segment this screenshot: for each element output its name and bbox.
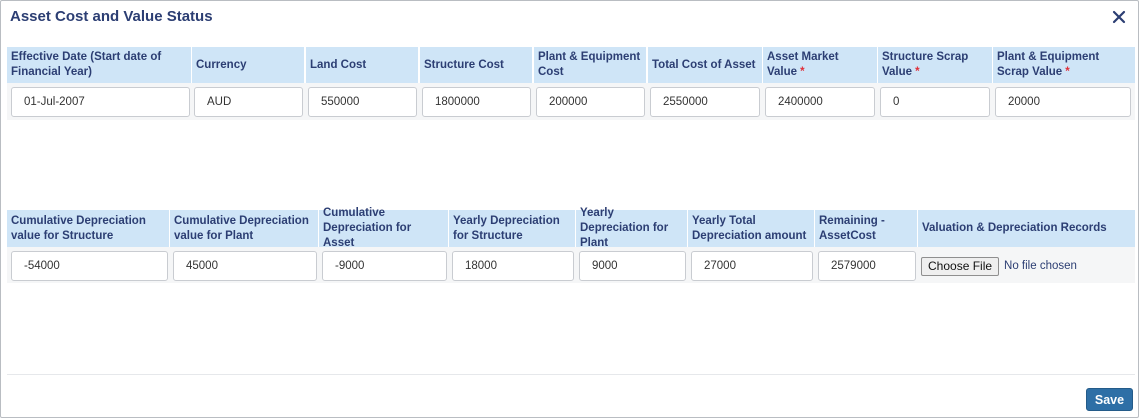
cum-dep-plant-input[interactable] (173, 251, 317, 281)
effective-date-input[interactable] (11, 87, 190, 117)
header-label: Remaining - AssetCost (819, 214, 885, 242)
header-label: Valuation & Depreciation Records (922, 222, 1107, 234)
cell-yearly-dep-plant (579, 251, 686, 281)
total-cost-input[interactable] (650, 87, 760, 117)
cell-effective-date (11, 87, 190, 117)
cell-plant-equipment-scrap-value (995, 87, 1131, 117)
header-valuation-records: Valuation & Depreciation Records (918, 210, 1135, 247)
header-cum-dep-plant: Cumulative Depreciation value for Plant (170, 210, 318, 247)
header-label: Cumulative Depreciation value for Plant (174, 214, 309, 242)
file-status-text: No file chosen (1004, 260, 1077, 272)
header-label: Yearly Depreciation for Plant (580, 207, 669, 249)
cell-land-cost (308, 87, 417, 117)
cell-cum-dep-structure (11, 251, 168, 281)
yearly-dep-structure-input[interactable] (452, 251, 574, 281)
cum-dep-structure-input[interactable] (11, 251, 168, 281)
currency-input[interactable] (194, 87, 303, 117)
header-text: Plant & Equipment Scrap Value (997, 51, 1100, 78)
header-cum-dep-structure: Cumulative Depreciation value for Struct… (7, 210, 169, 247)
header-plant-equipment-scrap-value: Plant & Equipment Scrap Value * (993, 47, 1135, 83)
remaining-asset-cost-input[interactable] (818, 251, 916, 281)
header-label: Currency (196, 58, 247, 71)
cost-values-row (7, 87, 1135, 117)
file-upload: Choose File No file chosen (921, 251, 1077, 281)
header-label: Yearly Total Depreciation amount (692, 214, 807, 242)
header-label: Effective Date (Start date of Financial … (11, 51, 162, 78)
header-land-cost: Land Cost (306, 47, 418, 83)
cell-cum-dep-plant (173, 251, 317, 281)
header-label: Structure Cost (424, 58, 504, 71)
cell-yearly-total-dep (691, 251, 813, 281)
cost-header-row: Effective Date (Start date of Financial … (7, 47, 1135, 83)
save-button[interactable]: Save (1086, 388, 1133, 411)
yearly-total-dep-input[interactable] (691, 251, 813, 281)
header-total-cost: Total Cost of Asset (648, 47, 762, 83)
depreciation-header-row: Cumulative Depreciation value for Struct… (7, 207, 1135, 249)
cell-valuation-records: Choose File No file chosen (921, 251, 1077, 281)
header-structure-cost: Structure Cost (420, 47, 532, 83)
cell-structure-cost (422, 87, 531, 117)
footer-divider (7, 374, 1135, 375)
header-label: Cumulative Depreciation value for Struct… (11, 214, 146, 242)
header-yearly-dep-plant: Yearly Depreciation for Plant (576, 207, 687, 249)
asset-cost-dialog: Asset Cost and Value Status Effective Da… (0, 0, 1139, 418)
header-label: Structure Scrap Value * (882, 50, 988, 80)
cell-currency (194, 87, 303, 117)
header-cum-dep-asset: Cumulative Depreciation for Asset (319, 207, 448, 249)
yearly-dep-plant-input[interactable] (579, 251, 686, 281)
required-mark: * (800, 66, 805, 78)
header-yearly-total-dep: Yearly Total Depreciation amount (688, 210, 814, 247)
cost-section: Effective Date (Start date of Financial … (7, 47, 1135, 120)
header-text: Structure Scrap Value (882, 51, 969, 78)
header-label: Plant & Equipment Cost (538, 51, 641, 78)
dialog-title: Asset Cost and Value Status (10, 8, 213, 25)
required-mark: * (1065, 66, 1070, 78)
cell-structure-scrap-value (880, 87, 990, 117)
header-label: Total Cost of Asset (652, 58, 756, 71)
structure-scrap-value-input[interactable] (880, 87, 990, 117)
header-plant-equipment-cost: Plant & Equipment Cost (534, 47, 646, 83)
plant-equipment-scrap-value-input[interactable] (995, 87, 1131, 117)
close-icon[interactable] (1111, 9, 1127, 25)
header-label: Asset Market Value * (767, 50, 873, 80)
header-label: Land Cost (310, 58, 367, 71)
cell-asset-market-value (765, 87, 875, 117)
header-effective-date: Effective Date (Start date of Financial … (7, 47, 191, 83)
depreciation-section: Cumulative Depreciation value for Struct… (7, 207, 1135, 283)
cell-remaining-asset-cost (818, 251, 916, 281)
choose-file-button[interactable]: Choose File (921, 256, 1000, 276)
asset-market-value-input[interactable] (765, 87, 875, 117)
header-asset-market-value: Asset Market Value * (763, 47, 877, 83)
depreciation-values-row: Choose File No file chosen (7, 251, 1135, 281)
structure-cost-input[interactable] (422, 87, 531, 117)
plant-equipment-cost-input[interactable] (536, 87, 645, 117)
header-label: Yearly Depreciation for Structure (453, 214, 560, 242)
header-yearly-dep-structure: Yearly Depreciation for Structure (449, 210, 575, 247)
header-remaining-asset-cost: Remaining - AssetCost (815, 210, 917, 247)
cell-yearly-dep-structure (452, 251, 574, 281)
header-structure-scrap-value: Structure Scrap Value * (878, 47, 992, 83)
required-mark: * (915, 66, 920, 78)
land-cost-input[interactable] (308, 87, 417, 117)
cell-cum-dep-asset (322, 251, 447, 281)
header-label: Plant & Equipment Scrap Value * (997, 50, 1131, 80)
cell-total-cost (650, 87, 760, 117)
cum-dep-asset-input[interactable] (322, 251, 447, 281)
cell-plant-equipment-cost (536, 87, 645, 117)
header-label: Cumulative Depreciation for Asset (323, 207, 412, 249)
header-currency: Currency (192, 47, 304, 83)
